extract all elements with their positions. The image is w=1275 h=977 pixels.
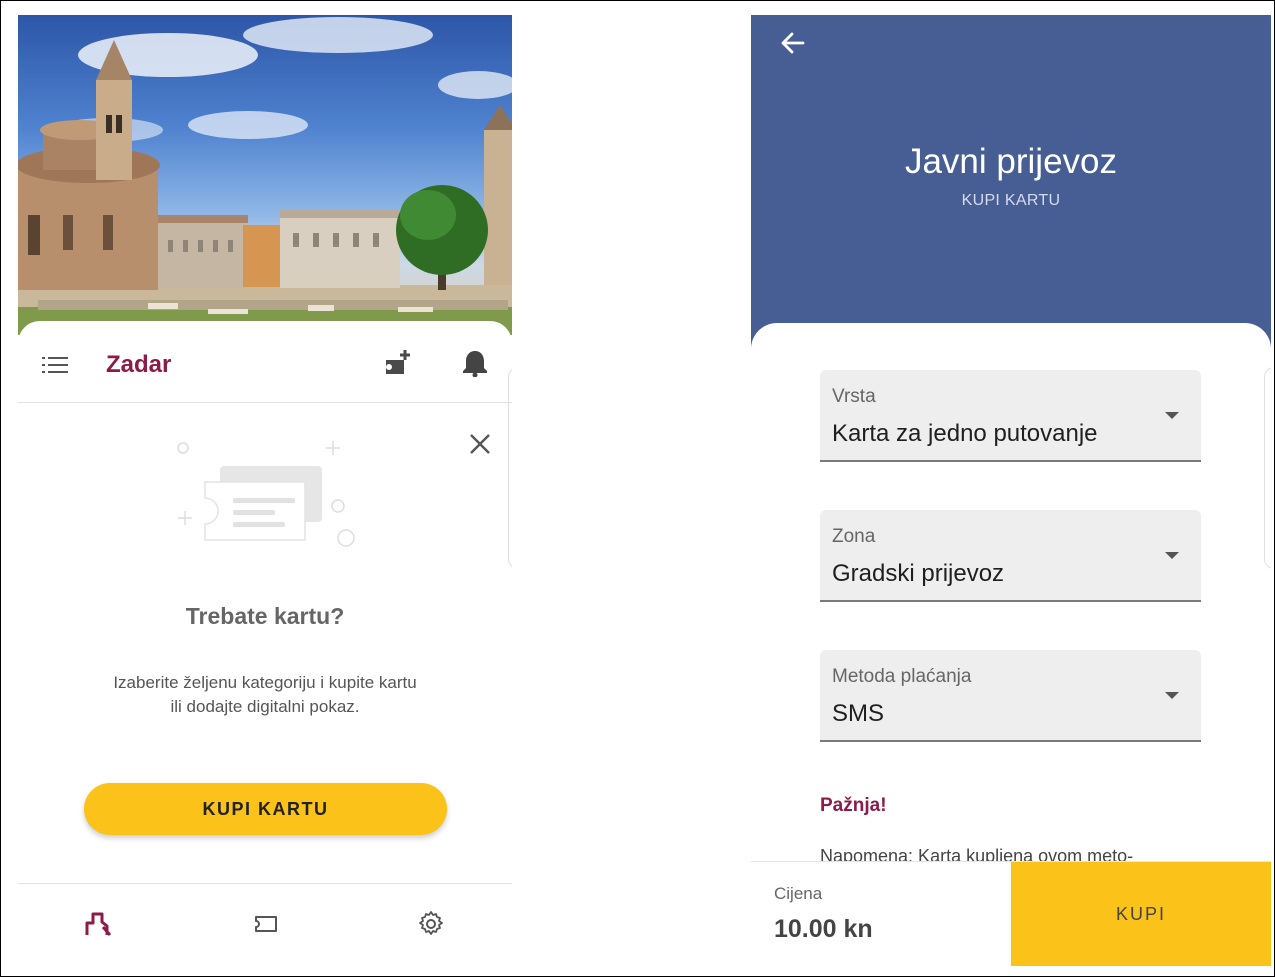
top-bar: Zadar — [18, 335, 512, 391]
buy-ticket-screen: Javni prijevoz KUPI KARTU Vrsta Karta za… — [751, 15, 1271, 970]
settings-gear-icon — [419, 911, 443, 935]
bell-icon[interactable] — [462, 349, 488, 377]
ticket-icon — [255, 916, 277, 932]
field-label: Vrsta — [832, 386, 876, 407]
field-label: Zona — [832, 526, 876, 547]
list-menu-icon[interactable] — [42, 357, 68, 373]
note-text-content: Napomena: Karta kupljena ovom meto- — [820, 847, 1134, 861]
home-screen: Zadar Trebate kartu? Izaberite željenu k… — [18, 15, 512, 970]
price-label: Cijena — [774, 884, 823, 903]
field-label: Metoda plaćanja — [832, 666, 972, 687]
empty-state-description: Izaberite željenu kategoriju i kupite ka… — [78, 671, 452, 719]
ticket-illustration — [177, 441, 355, 547]
city-title: Zadar — [106, 351, 172, 378]
field-value: Karta za jedno putovanje — [832, 420, 1098, 447]
description-line-2: ili dodajte digitalni pokaz. — [170, 697, 360, 716]
nav-tickets[interactable] — [246, 906, 286, 942]
nav-home[interactable] — [80, 906, 120, 942]
price-value: 10.00 kn — [774, 915, 873, 943]
close-icon[interactable] — [469, 433, 491, 455]
payment-method-select[interactable]: Metoda plaćanja SMS — [820, 650, 1201, 742]
field-value: Gradski prijevoz — [832, 560, 1005, 587]
buy-button[interactable]: KUPI — [1011, 862, 1271, 966]
screen-title: Javni prijevoz — [904, 142, 1118, 181]
field-value: SMS — [832, 700, 885, 727]
dropdown-caret-icon — [1165, 692, 1179, 699]
city-photo — [18, 17, 512, 335]
side-card-peek — [1264, 367, 1271, 569]
dropdown-caret-icon — [1165, 412, 1179, 419]
zone-select[interactable]: Zona Gradski prijevoz — [820, 510, 1201, 602]
description-line-1: Izaberite željenu kategoriju i kupite ka… — [113, 673, 417, 692]
nav-settings[interactable] — [411, 906, 451, 942]
city-hero-image — [18, 15, 512, 335]
home-sheet: Zadar Trebate kartu? Izaberite željenu k… — [18, 321, 512, 970]
empty-state-title: Trebate kartu? — [185, 603, 345, 629]
top-divider — [18, 402, 512, 403]
header: Javni prijevoz KUPI KARTU — [751, 15, 1271, 355]
note-text: Napomena: Karta kupljena ovom meto- — [820, 847, 1180, 861]
next-card-peek — [508, 367, 512, 569]
add-card-icon[interactable] — [384, 347, 414, 377]
ticket-type-select[interactable]: Vrsta Karta za jedno putovanje — [820, 370, 1201, 462]
checkout-bar: Cijena 10.00 kn KUPI — [751, 861, 1271, 967]
screen-subtitle: KUPI KARTU — [961, 192, 1061, 209]
buy-ticket-button[interactable]: KUPI KARTU — [84, 783, 447, 835]
dropdown-caret-icon — [1165, 552, 1179, 559]
warning-title: Pažnja! — [820, 795, 887, 816]
bottom-nav-divider — [18, 883, 512, 884]
back-arrow-icon[interactable] — [779, 29, 807, 57]
city-home-icon — [85, 912, 112, 936]
